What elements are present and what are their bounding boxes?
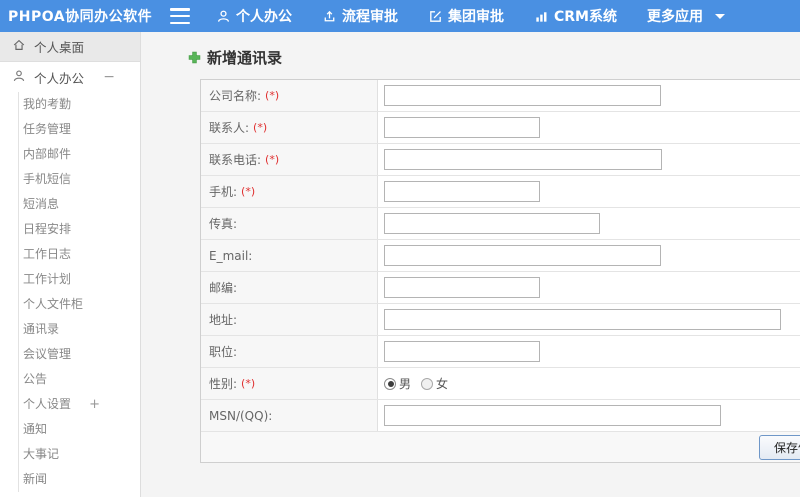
contact-person-input[interactable] (384, 117, 540, 138)
required-mark: (*) (241, 185, 256, 198)
collapse-icon[interactable]: − (103, 69, 115, 85)
field-label: 邮编: (209, 281, 238, 295)
page-title-text: 新增通讯录 (207, 49, 283, 67)
field-label: 传真: (209, 217, 238, 231)
address-input[interactable] (384, 309, 781, 330)
nav-personal-office[interactable]: 个人办公 (216, 6, 292, 26)
sidebar-item-short-message[interactable]: 短消息 (19, 192, 140, 217)
gender-male-radio[interactable] (384, 377, 396, 390)
form-row-postcode: 邮编: (201, 272, 800, 304)
email-input[interactable] (384, 245, 661, 266)
page-title: 新增通讯录 (188, 47, 800, 68)
form-row-phone: 联系电话: (*) (201, 144, 800, 176)
nav-crm-system[interactable]: CRM系统 (534, 6, 617, 26)
gender-male-label: 男 (399, 377, 412, 391)
upload-icon (322, 9, 337, 24)
field-label: E_mail: (209, 248, 253, 263)
sidebar-item-work-log[interactable]: 工作日志 (19, 242, 140, 267)
fax-input[interactable] (384, 213, 600, 234)
sidebar: 个人桌面 个人办公 − 我的考勤 任务管理 内部邮件 手机短信 短消息 日程安排… (0, 32, 141, 497)
nav-label: 流程审批 (342, 9, 398, 25)
required-mark: (*) (241, 377, 256, 390)
form-row-email: E_mail: (201, 240, 800, 272)
user-icon (12, 69, 26, 86)
sidebar-item-meeting-management[interactable]: 会议管理 (19, 342, 140, 367)
sidebar-item-contacts[interactable]: 通讯录 (19, 317, 140, 342)
field-label: 职位: (209, 345, 238, 359)
gender-female-label: 女 (436, 377, 449, 391)
nav-label: 更多应用 (647, 9, 703, 25)
field-label: 联系电话: (209, 153, 262, 167)
add-icon (188, 51, 201, 64)
sidebar-submenu: 我的考勤 任务管理 内部邮件 手机短信 短消息 日程安排 工作日志 工作计划 个… (18, 92, 140, 492)
form-row-address: 地址: (201, 304, 800, 336)
sidebar-item-announcement[interactable]: 公告 (19, 367, 140, 392)
sidebar-item-task-management[interactable]: 任务管理 (19, 117, 140, 142)
nav-label: CRM系统 (554, 9, 617, 25)
app-logo: PHPOA协同办公软件 (8, 9, 153, 25)
form-row-msn-qq: MSN/(QQ): (201, 400, 800, 432)
sidebar-item-file-cabinet[interactable]: 个人文件柜 (19, 292, 140, 317)
caret-down-icon (715, 13, 725, 19)
field-label: 性别: (209, 377, 238, 391)
nav-label: 集团审批 (448, 9, 504, 25)
field-label: 手机: (209, 185, 238, 199)
mobile-input[interactable] (384, 181, 540, 202)
postcode-input[interactable] (384, 277, 540, 298)
sidebar-item-work-plan[interactable]: 工作计划 (19, 267, 140, 292)
sidebar-item-label: 个人设置 (23, 397, 72, 411)
user-icon (216, 9, 231, 24)
form-row-fax: 传真: (201, 208, 800, 240)
field-label: MSN/(QQ): (209, 408, 273, 423)
form-row-contact-person: 联系人: (*) (201, 112, 800, 144)
required-mark: (*) (265, 89, 280, 102)
msn-qq-input[interactable] (384, 405, 721, 426)
main-content: 新增通讯录 公司名称: (*) 联系人: (*) 联系电话: (*) 手机: (… (141, 32, 800, 497)
bar-chart-icon (534, 9, 549, 24)
nav-more-apps[interactable]: 更多应用 (647, 6, 725, 26)
expand-icon[interactable]: + (89, 392, 100, 417)
edit-icon (428, 9, 443, 24)
add-contact-form: 公司名称: (*) 联系人: (*) 联系电话: (*) 手机: (*) 传真:… (200, 79, 800, 463)
sidebar-item-my-attendance[interactable]: 我的考勤 (19, 92, 140, 117)
home-icon (12, 38, 26, 55)
nav-label: 个人办公 (236, 9, 292, 25)
menu-icon[interactable] (170, 8, 190, 24)
company-name-input[interactable] (384, 85, 661, 106)
form-footer: 保存信息 (201, 432, 800, 462)
sidebar-item-notice[interactable]: 通知 (19, 417, 140, 442)
form-row-company: 公司名称: (*) (201, 80, 800, 112)
sidebar-item-desktop[interactable]: 个人桌面 (0, 32, 140, 62)
sidebar-item-sms[interactable]: 手机短信 (19, 167, 140, 192)
top-nav: 个人办公 流程审批 集团审批 CRM系统 更多应用 (216, 6, 725, 26)
position-input[interactable] (384, 341, 540, 362)
field-label: 公司名称: (209, 89, 262, 103)
gender-female-radio[interactable] (421, 377, 434, 390)
required-mark: (*) (265, 153, 280, 166)
sidebar-item-schedule[interactable]: 日程安排 (19, 217, 140, 242)
sidebar-item-news[interactable]: 新闻 (19, 467, 140, 492)
form-row-position: 职位: (201, 336, 800, 368)
sidebar-item-internal-mail[interactable]: 内部邮件 (19, 142, 140, 167)
form-row-gender: 性别: (*) 男 女 (201, 368, 800, 400)
form-row-mobile: 手机: (*) (201, 176, 800, 208)
phone-input[interactable] (384, 149, 662, 170)
field-label: 联系人: (209, 121, 250, 135)
top-navbar: PHPOA协同办公软件 个人办公 流程审批 集团审批 CRM系统 更多应用 (0, 0, 800, 32)
save-button[interactable]: 保存信息 (758, 434, 800, 460)
sidebar-item-personal-settings[interactable]: 个人设置 + (19, 392, 140, 417)
sidebar-item-label: 个人办公 (34, 70, 85, 86)
sidebar-item-label: 个人桌面 (34, 40, 85, 55)
nav-group-approval[interactable]: 集团审批 (428, 6, 504, 26)
nav-process-approval[interactable]: 流程审批 (322, 6, 398, 26)
field-label: 地址: (209, 313, 238, 327)
sidebar-item-personal-office[interactable]: 个人办公 − (0, 62, 140, 92)
sidebar-item-milestones[interactable]: 大事记 (19, 442, 140, 467)
required-mark: (*) (253, 121, 268, 134)
